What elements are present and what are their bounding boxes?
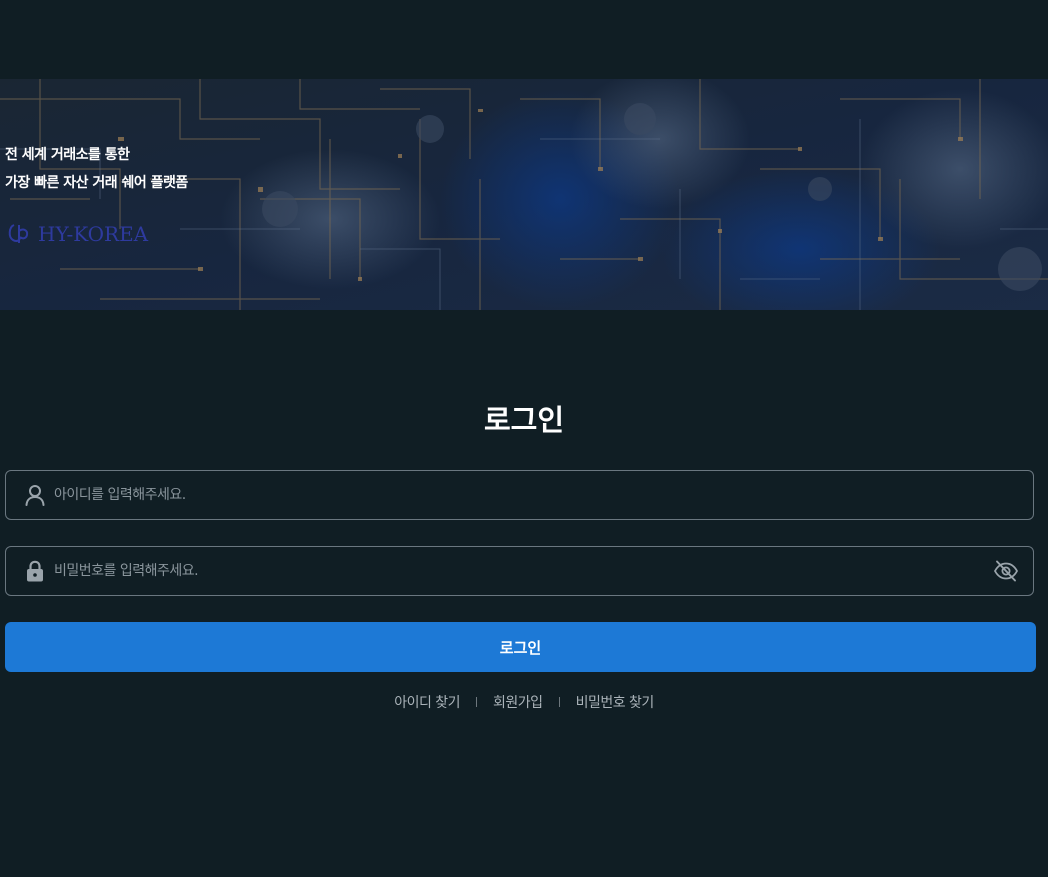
id-field[interactable] — [5, 470, 1034, 520]
lock-icon — [24, 560, 46, 582]
page-title: 로그인 — [483, 403, 565, 437]
divider — [476, 697, 478, 707]
login-button[interactable]: 로그인 — [5, 622, 1036, 672]
account-links: 아이디 찾기 회원가입 비밀번호 찾기 — [0, 692, 1048, 712]
signup-link[interactable]: 회원가입 — [493, 692, 543, 712]
brand-logo-text: HY-KOREA — [38, 222, 149, 246]
eye-off-icon[interactable] — [993, 558, 1019, 584]
divider — [558, 697, 560, 707]
find-password-link[interactable]: 비밀번호 찾기 — [576, 692, 655, 712]
brand-logo: HY-KOREA — [6, 219, 148, 249]
banner-headline-line2: 가장 빠른 자산 거래 쉐어 플랫폼 — [5, 175, 188, 191]
banner-headline-line1: 전 세계 거래소를 통한 — [5, 147, 130, 163]
user-icon — [24, 484, 46, 506]
banner-headline: 전 세계 거래소를 통한 가장 빠른 자산 거래 쉐어 플랫폼 — [5, 141, 188, 197]
find-id-link[interactable]: 아이디 찾기 — [394, 692, 460, 712]
id-input[interactable] — [54, 471, 1033, 519]
password-field[interactable] — [5, 546, 1034, 596]
brand-logo-icon — [8, 224, 29, 243]
password-input[interactable] — [54, 547, 993, 595]
hero-banner: 전 세계 거래소를 통한 가장 빠른 자산 거래 쉐어 플랫폼 HY-KOREA — [0, 79, 1048, 310]
